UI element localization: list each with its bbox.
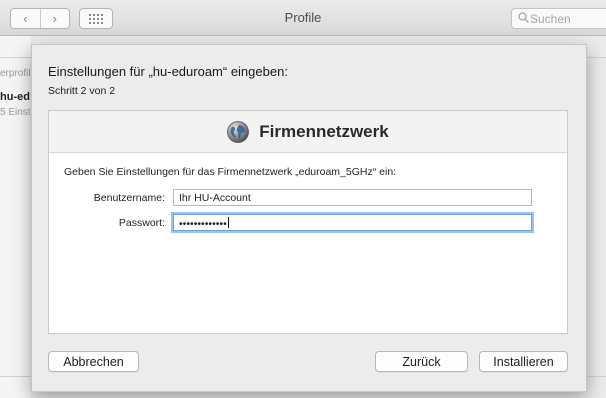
password-field[interactable]: ••••••••••••• xyxy=(173,214,532,231)
search-placeholder: Suchen xyxy=(530,12,571,26)
window-toolbar: ‹ › Profile Suchen xyxy=(0,0,606,36)
panel-header: Firmennetzwerk xyxy=(49,111,567,153)
network-settings-panel: Firmennetzwerk Geben Sie Einstellungen f… xyxy=(48,110,568,334)
step-indicator: Schritt 2 von 2 xyxy=(48,85,116,97)
profile-list-item-name[interactable]: hu-eduroam xyxy=(0,91,30,103)
cancel-button[interactable]: Abbrechen xyxy=(48,351,139,372)
settings-sheet: Einstellungen für „hu-eduroam“ eingeben:… xyxy=(31,44,587,392)
password-value: ••••••••••••• xyxy=(179,218,227,230)
text-caret xyxy=(227,217,229,228)
username-value: Ihr HU-Account xyxy=(179,192,251,204)
profile-list-item-detail: 5 Einstellungen xyxy=(0,107,30,118)
profiles-heading: erprofile xyxy=(0,68,30,79)
password-label: Passwort: xyxy=(118,217,165,229)
username-field[interactable]: Ihr HU-Account xyxy=(173,189,532,206)
back-button[interactable]: Zurück xyxy=(375,351,468,372)
panel-description: Geben Sie Einstellungen für das Firmenne… xyxy=(64,166,397,178)
install-button[interactable]: Installieren xyxy=(479,351,568,372)
search-icon xyxy=(518,12,529,23)
username-label: Benutzername: xyxy=(93,192,165,204)
sheet-title: Einstellungen für „hu-eduroam“ eingeben: xyxy=(48,64,288,79)
search-input[interactable]: Suchen xyxy=(511,8,606,29)
panel-title: Firmennetzwerk xyxy=(259,121,389,141)
globe-icon xyxy=(227,120,250,143)
